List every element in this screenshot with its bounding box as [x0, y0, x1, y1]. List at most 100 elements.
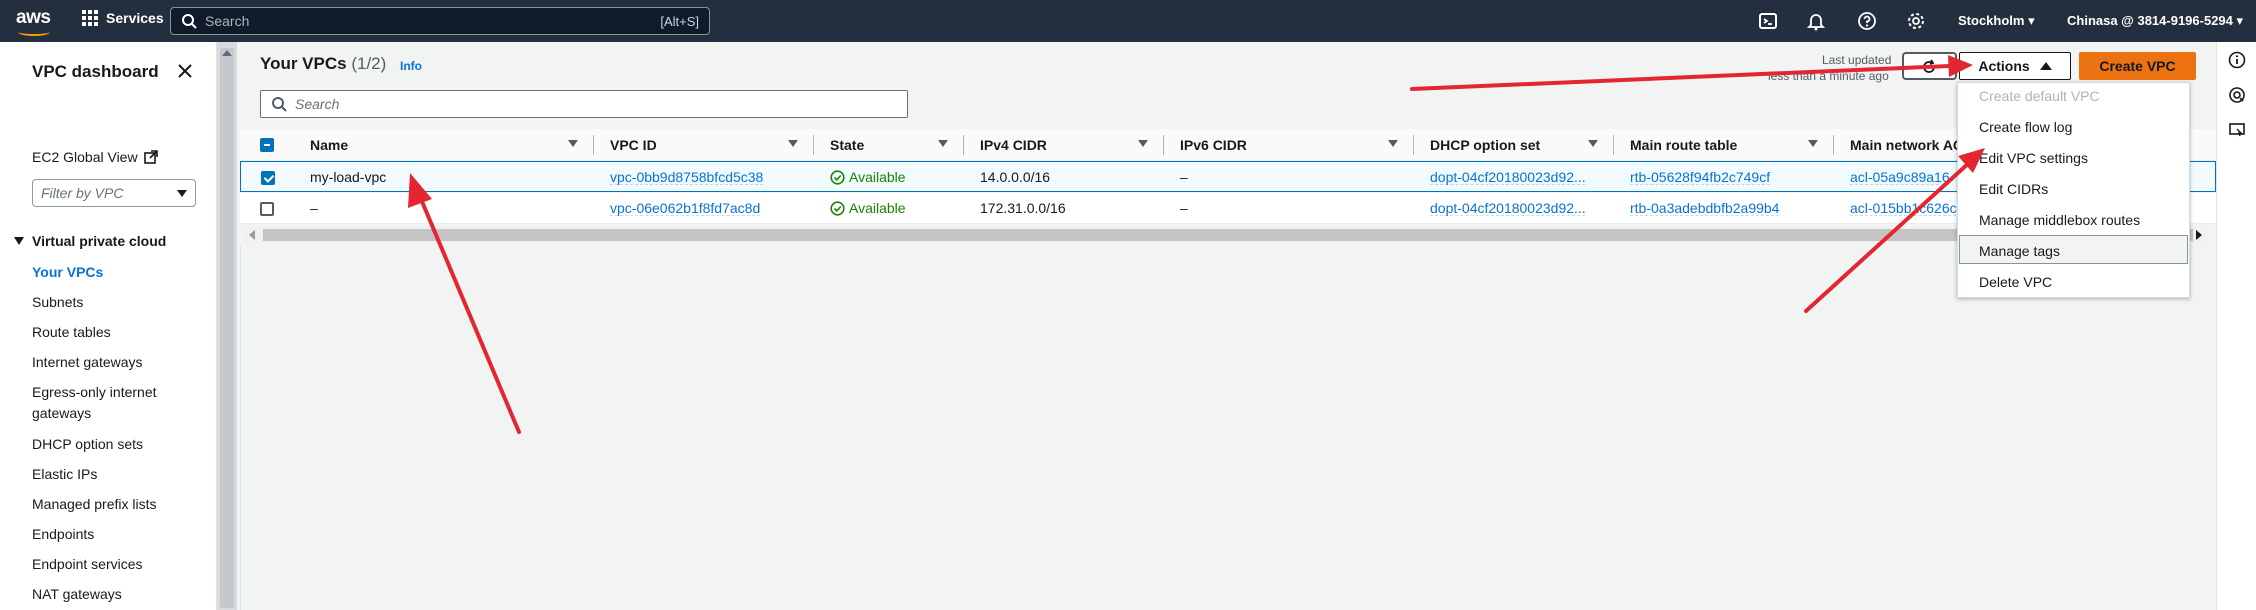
sort-caret-icon[interactable]	[1588, 140, 1598, 147]
refresh-icon	[1923, 59, 1935, 73]
column-divider[interactable]	[963, 135, 964, 155]
sidebar-section-virtual-private-cloud[interactable]: Virtual private cloud	[14, 233, 166, 249]
network-acl-link[interactable]: acl-015bb1c626c	[1850, 200, 1970, 216]
column-header-state[interactable]: State	[830, 137, 864, 153]
scroll-up-icon[interactable]	[222, 50, 232, 56]
table-row[interactable]: – vpc-06e062b1f8fd7ac8d Available 172.31…	[240, 193, 2216, 224]
menu-item-edit-cidrs[interactable]: Edit CIDRs	[1979, 181, 2048, 197]
sidebar-item-egress-only-internet-gateways[interactable]: Egress-only internet gateways	[32, 382, 182, 424]
sidebar-item-subnets[interactable]: Subnets	[32, 292, 182, 313]
column-divider[interactable]	[1833, 135, 1834, 155]
sidebar-item-internet-gateways[interactable]: Internet gateways	[32, 352, 182, 373]
search-shortcut-hint: [Alt+S]	[660, 13, 699, 29]
column-header-ipv4-cidr[interactable]: IPv4 CIDR	[980, 137, 1047, 153]
column-header-ipv6-cidr[interactable]: IPv6 CIDR	[1180, 137, 1247, 153]
left-sidebar: VPC dashboard EC2 Global View Virtual pr…	[0, 42, 217, 610]
console-notes-icon[interactable]	[2228, 121, 2246, 139]
sort-caret-icon[interactable]	[1388, 140, 1398, 147]
sidebar-title[interactable]: VPC dashboard	[32, 61, 162, 83]
column-divider[interactable]	[593, 135, 594, 155]
column-divider[interactable]	[1613, 135, 1614, 155]
region-label: Stockholm	[1958, 13, 2025, 28]
create-vpc-button[interactable]: Create VPC	[2079, 52, 2196, 80]
global-search-box[interactable]: [Alt+S]	[170, 7, 710, 35]
dhcp-option-set-link[interactable]: dopt-04cf20180023d92...	[1430, 200, 1605, 216]
sidebar-item-endpoint-services[interactable]: Endpoint services	[32, 554, 182, 575]
scrollbar-thumb[interactable]	[220, 48, 234, 608]
close-icon[interactable]	[176, 62, 194, 80]
cell-ipv6-cidr: –	[1180, 200, 1188, 216]
column-header-main-network-acl[interactable]: Main network AC	[1850, 137, 1963, 153]
sort-caret-icon[interactable]	[788, 140, 798, 147]
services-menu-button[interactable]: Services	[82, 10, 164, 26]
cell-name: –	[310, 200, 318, 216]
scroll-right-icon[interactable]	[2196, 230, 2202, 240]
network-acl-link[interactable]: acl-05a9c89a16	[1850, 169, 1970, 185]
info-icon[interactable]	[2228, 51, 2246, 69]
grid-icon	[82, 10, 98, 26]
row-checkbox[interactable]	[260, 202, 274, 216]
sidebar-item-dhcp-option-sets[interactable]: DHCP option sets	[32, 434, 182, 455]
caret-down-icon	[177, 190, 187, 197]
sidebar-item-route-tables[interactable]: Route tables	[32, 322, 182, 343]
menu-item-create-default-vpc[interactable]: Create default VPC	[1979, 88, 2100, 104]
sort-caret-icon[interactable]	[568, 140, 578, 147]
sidebar-item-endpoints[interactable]: Endpoints	[32, 524, 182, 545]
route-table-link[interactable]: rtb-0a3adebdbfb2a99b4	[1630, 200, 1820, 216]
global-search-input[interactable]	[205, 13, 605, 29]
menu-item-manage-tags[interactable]: Manage tags	[1979, 243, 2060, 259]
vpc-filter-input[interactable]	[41, 185, 161, 201]
menu-item-manage-middlebox-routes[interactable]: Manage middlebox routes	[1979, 212, 2140, 228]
selection-count: (1/2)	[351, 54, 387, 73]
sidebar-item-elastic-ips[interactable]: Elastic IPs	[32, 464, 182, 485]
column-header-dhcp-option-set[interactable]: DHCP option set	[1430, 137, 1540, 153]
sidebar-scrollbar[interactable]	[217, 42, 237, 610]
column-header-vpc-id[interactable]: VPC ID	[610, 137, 657, 153]
sidebar-item-managed-prefix-lists[interactable]: Managed prefix lists	[32, 494, 182, 515]
sidebar-item-nat-gateways[interactable]: NAT gateways	[32, 584, 182, 605]
table-search-box[interactable]	[260, 90, 908, 118]
sort-caret-icon[interactable]	[1808, 140, 1818, 147]
column-header-name[interactable]: Name	[310, 137, 348, 153]
sort-caret-icon[interactable]	[1138, 140, 1148, 147]
page-title: Your VPCs (1/2)	[260, 54, 386, 74]
check-circle-icon	[830, 200, 845, 216]
cloudshell-icon[interactable]	[1758, 11, 1778, 31]
column-divider[interactable]	[1413, 135, 1414, 155]
vpc-id-link[interactable]: vpc-0bb9d8758bfcd5c38	[610, 169, 800, 185]
column-divider[interactable]	[813, 135, 814, 155]
dhcp-option-set-link[interactable]: dopt-04cf20180023d92...	[1430, 169, 1605, 185]
horizontal-scrollbar[interactable]	[243, 226, 2208, 243]
actions-button[interactable]: Actions	[1959, 52, 2071, 80]
notifications-bell-icon[interactable]	[1806, 11, 1826, 31]
menu-item-create-flow-log[interactable]: Create flow log	[1979, 119, 2072, 135]
route-table-link[interactable]: rtb-05628f94fb2c749cf	[1630, 169, 1820, 185]
page-title-text: Your VPCs	[260, 54, 347, 73]
vpc-filter-select[interactable]	[32, 179, 196, 207]
menu-item-delete-vpc[interactable]: Delete VPC	[1979, 274, 2052, 290]
settings-gear-icon[interactable]	[1906, 11, 1926, 31]
table-search-input[interactable]	[295, 96, 875, 112]
chevron-down-icon: ▾	[2236, 13, 2244, 28]
column-divider[interactable]	[1163, 135, 1164, 155]
vpc-id-link[interactable]: vpc-06e062b1f8fd7ac8d	[610, 200, 800, 216]
region-selector[interactable]: Stockholm ▾	[1958, 13, 2035, 29]
help-icon[interactable]	[1857, 11, 1877, 31]
refresh-button[interactable]	[1902, 52, 1957, 80]
sidebar-item-ec2-global-view[interactable]: EC2 Global View	[32, 149, 158, 165]
select-all-checkbox[interactable]	[260, 138, 274, 152]
column-header-main-route-table[interactable]: Main route table	[1630, 137, 1737, 153]
account-menu[interactable]: Chinasa @ 3814-9196-5294 ▾	[2067, 13, 2243, 29]
table-row[interactable]: my-load-vpc vpc-0bb9d8758bfcd5c38 Availa…	[240, 161, 2216, 192]
check-circle-icon	[830, 169, 845, 185]
search-icon	[272, 97, 287, 112]
menu-item-edit-vpc-settings[interactable]: Edit VPC settings	[1979, 150, 2088, 166]
sort-caret-icon[interactable]	[938, 140, 948, 147]
feedback-icon[interactable]	[2228, 86, 2246, 104]
row-checkbox[interactable]	[261, 171, 275, 185]
info-link[interactable]: Info	[400, 59, 422, 73]
sidebar-item-your-vpcs[interactable]: Your VPCs	[32, 262, 182, 283]
scrollbar-thumb[interactable]	[263, 229, 2193, 241]
scroll-left-icon[interactable]	[249, 230, 255, 240]
aws-logo[interactable]: aws	[16, 7, 56, 36]
